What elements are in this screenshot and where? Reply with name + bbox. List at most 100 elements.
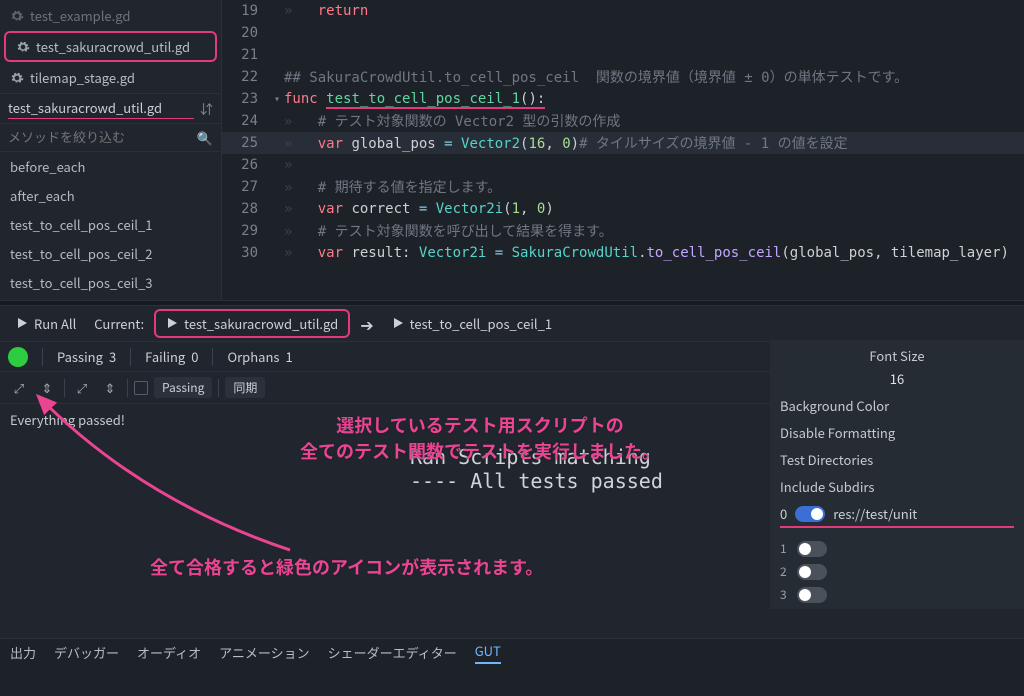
method-item[interactable]: before_each xyxy=(0,152,221,181)
bottom-tab[interactable]: オーディオ xyxy=(137,643,201,662)
script-item[interactable]: tilemap_stage.gd xyxy=(0,64,221,91)
code-content: » return xyxy=(284,3,368,19)
code-line[interactable]: 30» var result: Vector2i = SakuraCrowdUt… xyxy=(222,242,1024,264)
line-number: 28 xyxy=(222,201,270,217)
dir-path[interactable]: res://test/unit xyxy=(833,504,917,523)
script-name: tilemap_stage.gd xyxy=(30,68,135,87)
fold-arrow-icon[interactable]: ▾ xyxy=(270,94,284,105)
code-line[interactable]: 28 » var correct = Vector2i(1, 0) xyxy=(222,198,1024,220)
code-line[interactable]: 26 » xyxy=(222,154,1024,176)
bottom-tab[interactable]: アニメーション xyxy=(219,643,309,662)
method-item[interactable]: test_to_cell_pos_ceil_3 xyxy=(0,268,221,297)
bottom-tab[interactable]: GUT xyxy=(475,641,501,664)
code-line[interactable]: 25» var global_pos = Vector2(16, 0)# タイル… xyxy=(222,132,1024,154)
dir-toggle[interactable] xyxy=(797,541,827,557)
stat-label: Failing xyxy=(145,347,185,366)
line-number: 20 xyxy=(222,25,270,41)
script-panel: test_example.gd test_sakuracrowd_util.gd… xyxy=(0,0,222,300)
code-line[interactable]: 29» # テスト対象関数を呼び出して結果を得ます。 xyxy=(222,220,1024,242)
bottom-tab[interactable]: シェーダーエディター xyxy=(328,643,457,662)
gear-icon xyxy=(10,71,24,85)
current-script-chip[interactable]: test_sakuracrowd_util.gd xyxy=(154,309,350,338)
dir-index: 2 xyxy=(780,563,787,580)
dir-index: 1 xyxy=(780,540,787,557)
gear-icon xyxy=(10,9,24,23)
run-bar: Run All Current: test_sakuracrowd_util.g… xyxy=(0,306,1024,342)
passing-filter-button[interactable]: Passing xyxy=(154,377,212,398)
code-content: » var global_pos = Vector2(16, 0)# タイルサイ… xyxy=(284,133,848,153)
separator xyxy=(130,348,131,366)
stat-value: 1 xyxy=(285,347,292,366)
separator xyxy=(212,348,213,366)
sort-icon[interactable]: ⇵ xyxy=(200,99,213,118)
dir-row: 1 xyxy=(780,540,1014,557)
method-filter-input[interactable] xyxy=(8,130,191,145)
line-number: 26 xyxy=(222,157,270,173)
dir-toggle[interactable] xyxy=(797,587,827,603)
run-all-button[interactable]: Run All xyxy=(8,311,84,336)
dir-toggle[interactable] xyxy=(795,506,825,522)
arrow-right-icon: ➔ xyxy=(360,312,373,336)
bottom-tab[interactable]: デバッガー xyxy=(54,643,119,662)
code-content: » # 期待する値を指定します。 xyxy=(284,177,501,197)
collapse-icon[interactable]: ⇕ xyxy=(36,377,58,399)
font-size-value[interactable]: 16 xyxy=(890,369,904,388)
chip-label: test_sakuracrowd_util.gd xyxy=(184,314,338,333)
script-item-active[interactable]: test_sakuracrowd_util.gd xyxy=(4,31,217,62)
line-number: 27 xyxy=(222,179,270,195)
run-all-label: Run All xyxy=(34,314,76,333)
expand-icon[interactable]: ⤢ xyxy=(8,377,30,399)
chip-label: test_to_cell_pos_ceil_1 xyxy=(410,314,552,333)
code-line[interactable]: 27 » # 期待する値を指定します。 xyxy=(222,176,1024,198)
code-line[interactable]: 19 » return xyxy=(222,0,1024,22)
method-item[interactable]: after_each xyxy=(0,181,221,210)
dir-list: 1 2 3 xyxy=(780,540,1014,603)
sync-button[interactable]: 同期 xyxy=(225,377,265,398)
method-list: before_eachafter_eachtest_to_cell_pos_ce… xyxy=(0,152,221,297)
passing-stat: Passing 3 xyxy=(57,347,116,366)
search-icon[interactable]: 🔍 xyxy=(197,128,213,147)
dir-toggle[interactable] xyxy=(797,564,827,580)
play-icon xyxy=(166,314,178,333)
code-content: » # テスト対象関数の Vector2 型の引数の作成 xyxy=(284,111,620,131)
line-number: 19 xyxy=(222,3,270,19)
code-content: » xyxy=(284,157,292,173)
dir-index: 3 xyxy=(780,586,787,603)
script-item[interactable]: test_example.gd xyxy=(0,2,221,29)
script-list: test_example.gd test_sakuracrowd_util.gd… xyxy=(0,0,221,93)
expand2-icon[interactable]: ⤢ xyxy=(71,377,93,399)
collapse2-icon[interactable]: ⇕ xyxy=(99,377,121,399)
code-editor[interactable]: 19 » return 20 2122## SakuraCrowdUtil.to_ce… xyxy=(222,0,1024,300)
line-number: 22 xyxy=(222,69,270,85)
separator xyxy=(218,379,219,397)
test-dirs-label: Test Directories xyxy=(780,450,1014,469)
code-content: » # テスト対象関数を呼び出して結果を得ます。 xyxy=(284,221,613,241)
include-subdirs-label: Include Subdirs xyxy=(780,477,1014,496)
status-pass-icon xyxy=(8,347,28,367)
code-line[interactable]: 24» # テスト対象関数の Vector2 型の引数の作成 xyxy=(222,110,1024,132)
output-text: Ran Scripts matching ---- All tests pass… xyxy=(390,435,683,638)
code-content: » var correct = Vector2i(1, 0) xyxy=(284,201,554,217)
gear-icon xyxy=(16,40,30,54)
method-item[interactable]: test_to_cell_pos_ceil_1 xyxy=(0,210,221,239)
code-line[interactable]: 22## SakuraCrowdUtil.to_cell_pos_ceil 関数… xyxy=(222,66,1024,88)
stat-label: Passing xyxy=(57,347,103,366)
failing-stat: Failing 0 xyxy=(145,347,198,366)
method-item[interactable]: test_to_cell_pos_ceil_2 xyxy=(0,239,221,268)
code-line[interactable]: 20 xyxy=(222,22,1024,44)
bottom-tab[interactable]: 出力 xyxy=(10,643,36,662)
line-number: 23 xyxy=(222,91,270,107)
passing-checkbox[interactable] xyxy=(134,381,148,395)
dir-row: 3 xyxy=(780,586,1014,603)
code-line[interactable]: 23▾func test_to_cell_pos_ceil_1(): xyxy=(222,88,1024,110)
stat-label: Orphans xyxy=(227,347,279,366)
bgcolor-label[interactable]: Background Color xyxy=(780,396,1014,415)
code-line[interactable]: 21 xyxy=(222,44,1024,66)
current-script-row: test_sakuracrowd_util.gd ⇵ xyxy=(0,93,221,124)
current-test-chip[interactable]: test_to_cell_pos_ceil_1 xyxy=(384,311,560,336)
dir-index: 0 xyxy=(780,504,787,523)
script-name: test_sakuracrowd_util.gd xyxy=(36,37,190,56)
test-dir-row: 0 res://test/unit xyxy=(780,504,1014,528)
disable-fmt-label[interactable]: Disable Formatting xyxy=(780,423,1014,442)
stat-value: 3 xyxy=(109,347,116,366)
